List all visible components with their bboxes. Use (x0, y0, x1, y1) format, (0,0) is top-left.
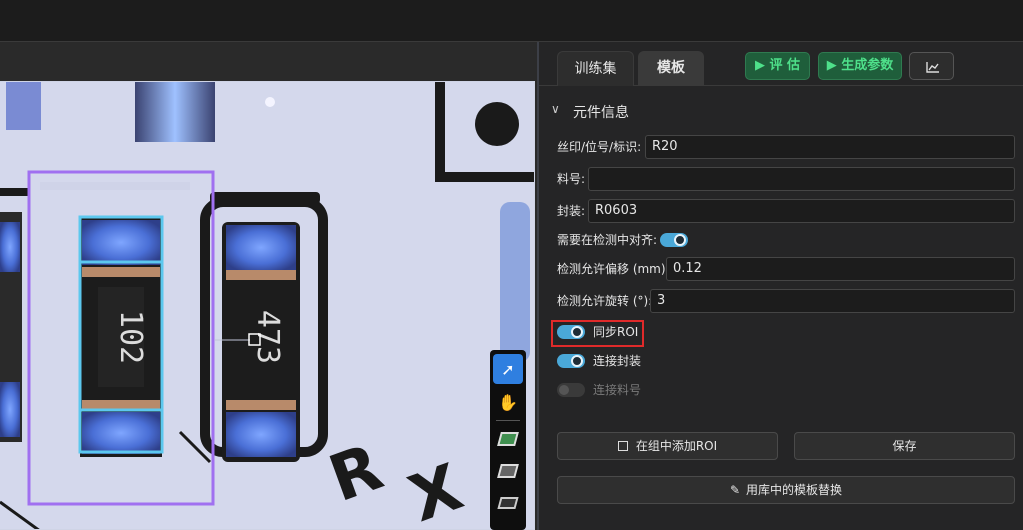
component-3d-tool-dark[interactable] (493, 488, 523, 518)
align-toggle[interactable] (660, 233, 688, 247)
package-input[interactable]: R0603 (588, 199, 1015, 223)
crop-icon (617, 441, 628, 451)
panel-tab-bar: 训练集 模板 ▶ 评 估 ▶ 生成参数 (539, 42, 1023, 86)
chevron-down-icon: ∨ (551, 102, 560, 116)
hand-icon: ✋ (498, 392, 518, 412)
add-roi-button[interactable]: 在组中添加ROI (557, 432, 778, 460)
part-number-label: 料号: (557, 172, 586, 186)
silk-input[interactable]: R20 (645, 135, 1015, 159)
save-button[interactable]: 保存 (794, 432, 1015, 460)
link-package-label: 连接封装 (593, 354, 642, 368)
tab-training-set[interactable]: 训练集 (557, 51, 634, 86)
line-chart-icon (926, 62, 939, 73)
add-roi-label: 在组中添加ROI (635, 439, 718, 453)
component-info-header[interactable]: ∨ 元件信息 (539, 96, 1023, 126)
align-label: 需要在检测中对齐: (557, 233, 658, 247)
link-part-label: 连接料号 (593, 383, 642, 397)
silk-label: 丝印/位号/标识: (557, 140, 642, 154)
offset-input[interactable]: 0.12 (666, 257, 1015, 281)
select-tool-button[interactable]: ➚ (493, 354, 523, 384)
cursor-icon: ➚ (501, 359, 515, 379)
properties-panel: 训练集 模板 ▶ 评 估 ▶ 生成参数 ∨ 元件信息 丝印/位号/标识: R20… (539, 42, 1023, 530)
board-image-canvas[interactable]: 102 473 R X (0, 81, 535, 530)
pan-tool-button[interactable]: ✋ (493, 387, 523, 417)
link-part-toggle[interactable] (557, 383, 585, 397)
rotation-label: 检测允许旋转 (°): (557, 294, 653, 308)
chip-dark-icon (497, 497, 519, 509)
pencil-icon: ✎ (729, 483, 741, 497)
toolstrip-divider (496, 420, 520, 421)
component-marking-left: 102 (113, 310, 148, 364)
sync-roi-toggle[interactable] (557, 325, 585, 339)
canvas-toolstrip: ➚ ✋ (490, 350, 526, 530)
part-number-input[interactable] (588, 167, 1015, 191)
package-label: 封装: (557, 204, 586, 218)
offset-label: 检测允许偏移 (mm): (557, 262, 670, 276)
link-package-toggle[interactable] (557, 354, 585, 368)
component-3d-tool-green[interactable] (493, 424, 523, 454)
section-title: 元件信息 (573, 105, 629, 121)
pcb-image: 102 473 R X (0, 82, 534, 529)
component-3d-tool-gray[interactable] (493, 456, 523, 486)
chip-icon (497, 432, 519, 446)
component-marking-right: 473 (250, 310, 285, 364)
sync-roi-label: 同步ROI (593, 325, 639, 339)
replace-template-button[interactable]: ✎ 用库中的模板替换 (557, 476, 1015, 504)
evaluate-button[interactable]: ▶ 评 估 (745, 52, 810, 80)
chart-button[interactable] (909, 52, 954, 80)
replace-template-label: 用库中的模板替换 (746, 483, 843, 497)
top-bar (0, 0, 1023, 42)
rotation-input[interactable]: 3 (650, 289, 1015, 313)
tab-template[interactable]: 模板 (638, 51, 704, 86)
generate-params-button[interactable]: ▶ 生成参数 (818, 52, 902, 80)
chip-outline-icon (497, 464, 519, 478)
